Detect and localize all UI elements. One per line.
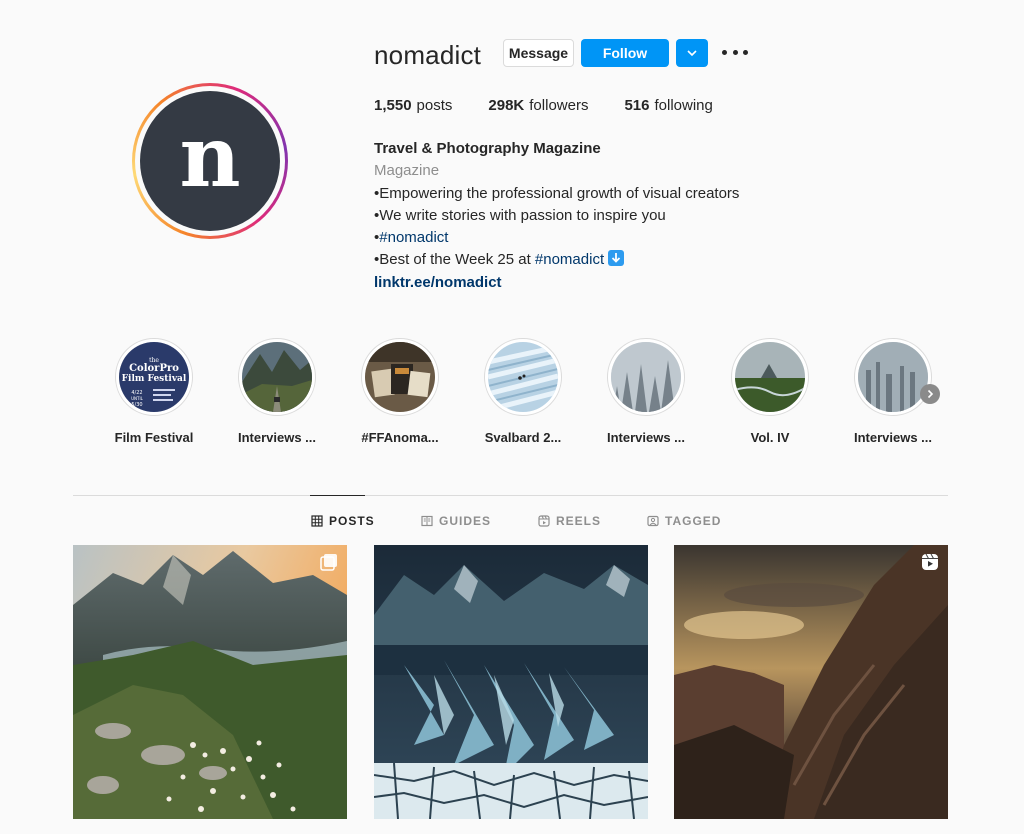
avatar: n (140, 91, 280, 231)
bio-line-1: •Empowering the professional growth of v… (374, 184, 740, 202)
posts-count: 1,550 (374, 97, 412, 114)
profile-stats: 1,550 posts 298K followers 516 following (374, 97, 749, 114)
carousel-icon (320, 554, 337, 571)
highlight-ring (731, 338, 809, 416)
highlight-cover (735, 342, 805, 412)
posts-label: posts (416, 97, 453, 114)
highlight-ring (361, 338, 439, 416)
hashtag-link[interactable]: #nomadict (379, 229, 448, 246)
svg-text:Film Festival: Film Festival (122, 374, 187, 384)
post-thumbnail[interactable] (674, 545, 948, 819)
active-tab-indicator (310, 495, 365, 496)
tab-label: TAGGED (665, 514, 722, 528)
profile-bio: Travel & Photography Magazine Magazine •… (374, 138, 739, 294)
svg-text:n: n (179, 120, 240, 202)
highlight-ring (238, 338, 316, 416)
profile-avatar[interactable]: n (132, 83, 288, 239)
highlight-item[interactable]: the ColorPro Film Festival 4/22 UNTIL 5/… (94, 338, 214, 445)
highlights-next-button[interactable] (920, 384, 940, 404)
chevron-right-icon (927, 389, 934, 399)
bio-line-2: •We write stories with passion to inspir… (374, 206, 666, 224)
nomadict-logo-icon: n (179, 120, 240, 202)
tab-guides[interactable]: GUIDES (421, 513, 491, 529)
hashtag-link[interactable]: #nomadict (535, 251, 604, 268)
tab-label: POSTS (329, 514, 375, 528)
profile-username: nomadict (374, 40, 482, 70)
reels-icon (538, 515, 550, 527)
highlight-label: #FFAnoma... (361, 430, 439, 445)
highlight-label: Interviews ... (237, 430, 317, 445)
tab-label: REELS (556, 514, 602, 528)
highlight-ring (484, 338, 562, 416)
svg-text:ColorPro: ColorPro (129, 363, 179, 374)
bio-external-link[interactable]: linktr.ee/nomadict (374, 272, 739, 294)
highlight-cover (858, 342, 928, 412)
highlight-item[interactable]: #FFAnoma... (340, 338, 460, 445)
highlight-ring (854, 338, 932, 416)
post-thumbnail[interactable] (374, 545, 648, 819)
tagged-icon (647, 515, 659, 527)
highlight-label: Interviews ... (606, 430, 686, 445)
following-label: following (654, 97, 713, 114)
highlight-item[interactable]: Vol. IV (710, 338, 830, 445)
tab-label: GUIDES (439, 514, 492, 528)
followers-stat[interactable]: 298K followers (488, 97, 588, 114)
highlight-cover (242, 342, 312, 412)
tab-tagged[interactable]: TAGGED (647, 513, 721, 529)
followers-label: followers (529, 97, 589, 114)
tab-reels[interactable]: REELS (538, 513, 601, 529)
highlight-item[interactable]: Interviews ... (217, 338, 337, 445)
tab-posts[interactable]: POSTS (311, 513, 375, 529)
post-image (374, 545, 648, 819)
follow-button[interactable]: Follow (581, 39, 669, 67)
following-count: 516 (624, 97, 650, 114)
highlight-item[interactable]: Interviews ... (586, 338, 706, 445)
highlight-cover (611, 342, 681, 412)
bio-category: Magazine (374, 162, 440, 180)
highlight-cover: the ColorPro Film Festival 4/22 UNTIL 5/… (119, 342, 189, 412)
highlight-item[interactable]: Svalbard 2... (463, 338, 583, 445)
following-stat[interactable]: 516 following (624, 97, 712, 114)
chevron-down-icon (687, 50, 697, 57)
bio-line-3: •#nomadict (374, 227, 739, 249)
post-image (674, 545, 948, 819)
suggested-dropdown-button[interactable] (676, 39, 708, 67)
highlight-cover (488, 342, 558, 412)
followers-count: 298K (488, 97, 525, 114)
post-thumbnail[interactable] (73, 545, 347, 819)
highlight-label: Vol. IV (750, 430, 790, 445)
grid-icon (311, 515, 323, 527)
highlight-label: Svalbard 2... (484, 430, 562, 445)
avatar-gap: n (135, 86, 285, 236)
message-button[interactable]: Message (503, 39, 574, 67)
post-image (73, 545, 347, 819)
bio-line-4: •Best of the Week 25 at #nomadict (374, 249, 739, 271)
reel-icon (922, 553, 938, 570)
highlight-ring: the ColorPro Film Festival 4/22 UNTIL 5/… (115, 338, 193, 416)
more-options-icon[interactable] (722, 44, 748, 60)
highlight-ring (607, 338, 685, 416)
down-arrow-emoji-icon (608, 250, 625, 267)
bio-name: Travel & Photography Magazine (374, 140, 601, 157)
guides-icon (421, 515, 433, 527)
highlight-cover (365, 342, 435, 412)
tabs-divider (73, 495, 948, 496)
posts-stat: 1,550 posts (374, 97, 452, 114)
bio-line-4-prefix: •Best of the Week 25 at (374, 251, 535, 269)
svg-text:UNTIL: UNTIL (131, 396, 144, 401)
highlight-label: Film Festival (114, 430, 194, 445)
highlight-label: Interviews ... (853, 430, 933, 445)
svg-text:5/30: 5/30 (131, 402, 142, 408)
story-highlights: the ColorPro Film Festival 4/22 UNTIL 5/… (0, 338, 1024, 448)
